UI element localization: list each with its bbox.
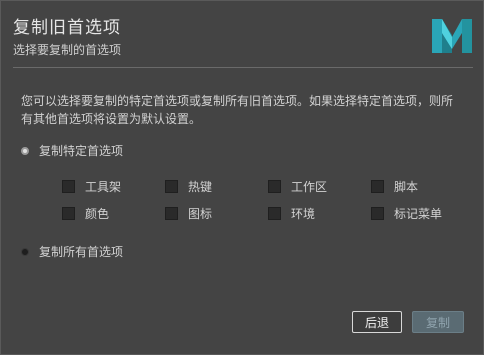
checkbox-shelves-label: 工具架 xyxy=(85,180,122,194)
checkbox-scripts[interactable]: 脚本 xyxy=(371,178,418,195)
checkbox-box[interactable] xyxy=(165,180,178,193)
radio-copy-all[interactable]: 复制所有首选项 xyxy=(21,243,123,260)
checkbox-environment[interactable]: 环境 xyxy=(268,205,315,222)
checkbox-box[interactable] xyxy=(62,207,75,220)
radio-copy-specific-label: 复制特定首选项 xyxy=(39,144,124,158)
checkbox-box[interactable] xyxy=(62,180,75,193)
checkbox-environment-label: 环境 xyxy=(291,207,316,221)
radio-copy-specific[interactable]: 复制特定首选项 xyxy=(21,142,123,159)
checkbox-box[interactable] xyxy=(371,180,384,193)
checkbox-shelves[interactable]: 工具架 xyxy=(62,178,121,195)
checkbox-box[interactable] xyxy=(371,207,384,220)
checkbox-colors-label: 颜色 xyxy=(85,207,110,221)
back-button[interactable]: 后退 xyxy=(352,311,402,333)
checkbox-scripts-label: 脚本 xyxy=(394,180,419,194)
checkbox-workspaces-label: 工作区 xyxy=(291,180,328,194)
checkbox-marking-menus-label: 标记菜单 xyxy=(394,207,443,221)
checkbox-box[interactable] xyxy=(165,207,178,220)
dialog-title: 复制旧首选项 xyxy=(13,18,121,38)
maya-logo-icon xyxy=(432,19,472,53)
dialog-subtitle: 选择要复制的首选项 xyxy=(13,43,122,57)
description-text: 您可以选择要复制的特定首选项或复制所有旧首选项。如果选择特定首选项，则所有其他首… xyxy=(21,94,454,126)
radio-indicator-unselected[interactable] xyxy=(21,247,29,256)
checkbox-hotkeys[interactable]: 热键 xyxy=(165,178,212,195)
radio-copy-all-label: 复制所有首选项 xyxy=(39,245,124,259)
checkbox-hotkeys-label: 热键 xyxy=(188,180,213,194)
checkbox-box[interactable] xyxy=(268,180,281,193)
checkbox-workspaces[interactable]: 工作区 xyxy=(268,178,327,195)
header-divider xyxy=(13,67,473,68)
checkbox-colors[interactable]: 颜色 xyxy=(62,205,109,222)
copy-button[interactable]: 复制 xyxy=(412,311,464,333)
copy-preferences-dialog: 复制旧首选项 选择要复制的首选项 您可以选择要复制的特定首选项或复制所有旧首选项… xyxy=(0,0,484,355)
checkbox-marking-menus[interactable]: 标记菜单 xyxy=(371,205,442,222)
checkbox-box[interactable] xyxy=(268,207,281,220)
checkbox-icons-label: 图标 xyxy=(188,207,213,221)
checkbox-icons[interactable]: 图标 xyxy=(165,205,212,222)
radio-indicator-selected[interactable] xyxy=(21,146,29,155)
